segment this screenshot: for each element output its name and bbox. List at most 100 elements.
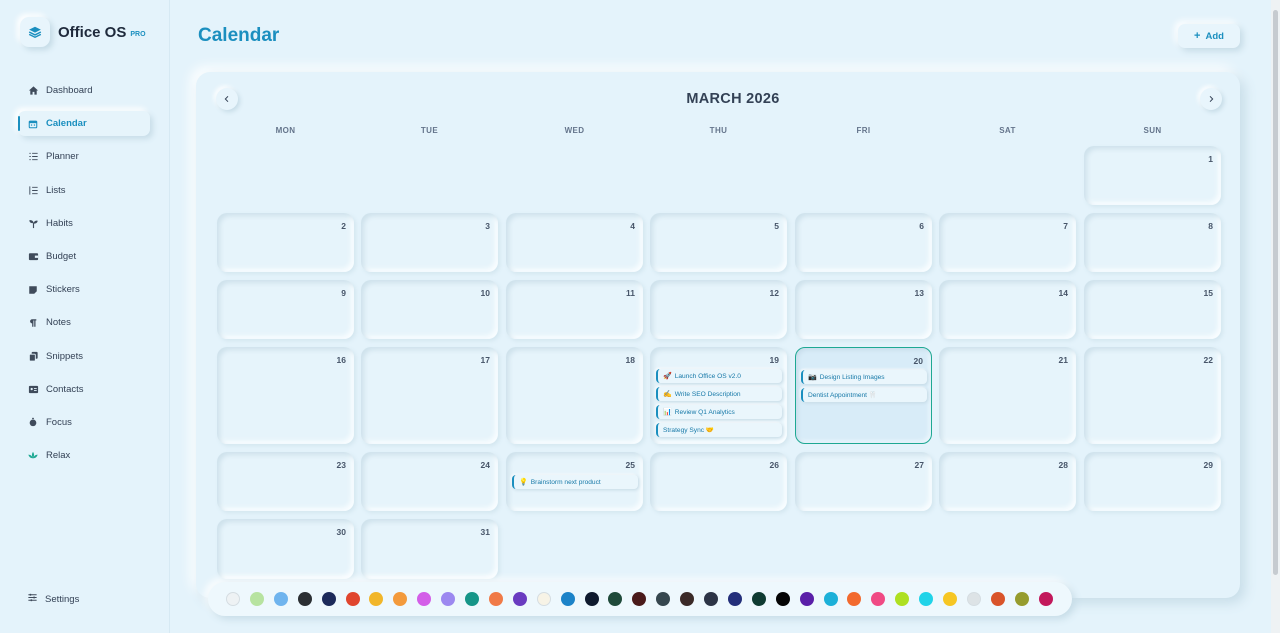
next-month-button[interactable] xyxy=(1200,88,1222,110)
color-swatch[interactable] xyxy=(465,592,479,606)
color-swatch[interactable] xyxy=(512,592,527,606)
day-cell[interactable]: 18 xyxy=(506,347,643,444)
calendar-event[interactable]: 📊 Review Q1 Analytics xyxy=(656,405,782,419)
day-cell[interactable]: 12 xyxy=(650,280,787,339)
scrollbar-thumb[interactable] xyxy=(1273,10,1278,575)
sidebar-item-settings[interactable]: Settings xyxy=(27,592,79,606)
prev-month-button[interactable] xyxy=(216,88,238,110)
day-cell[interactable]: 9 xyxy=(217,280,354,339)
day-cell[interactable]: 15 xyxy=(1084,280,1221,339)
sidebar-item-contacts[interactable]: Contacts xyxy=(18,377,150,402)
color-swatch[interactable] xyxy=(895,592,910,606)
sidebar-item-dashboard[interactable]: Dashboard xyxy=(18,78,150,103)
color-swatch[interactable] xyxy=(990,592,1005,606)
day-cell[interactable]: 22 xyxy=(1084,347,1221,444)
day-cell[interactable]: 27 xyxy=(795,452,932,511)
day-cell[interactable]: 17 xyxy=(361,347,498,444)
camera-icon: 📷 xyxy=(808,374,817,381)
day-cell[interactable]: 6 xyxy=(795,213,932,272)
color-swatch[interactable] xyxy=(273,592,288,606)
color-swatch[interactable] xyxy=(369,592,384,606)
sidebar-item-habits[interactable]: Habits xyxy=(18,211,150,236)
color-swatch[interactable] xyxy=(871,592,886,606)
color-swatch[interactable] xyxy=(560,592,575,606)
color-swatch[interactable] xyxy=(321,592,336,606)
sidebar-item-lists[interactable]: Lists xyxy=(18,178,150,203)
color-swatch[interactable] xyxy=(297,592,312,606)
day-cell[interactable]: 5 xyxy=(650,213,787,272)
sidebar-item-snippets[interactable]: Snippets xyxy=(18,344,150,369)
day-cell[interactable]: 19 🚀 Launch Office OS v2.0 ✍️ Write SEO … xyxy=(650,347,787,444)
color-swatch[interactable] xyxy=(775,592,790,606)
day-number: 12 xyxy=(769,288,779,298)
color-swatch[interactable] xyxy=(584,592,599,606)
color-swatch[interactable] xyxy=(1038,592,1053,606)
day-cell[interactable]: 26 xyxy=(650,452,787,511)
add-button[interactable]: + Add xyxy=(1178,24,1240,48)
sidebar-item-relax[interactable]: Relax xyxy=(18,443,150,468)
day-cell[interactable]: 1 xyxy=(1084,146,1221,205)
color-swatch[interactable] xyxy=(393,592,408,606)
day-cell-today[interactable]: 20 📷 Design Listing Images Dentist Appoi… xyxy=(795,347,932,444)
brand[interactable]: Office OS PRO xyxy=(20,17,146,47)
day-cell[interactable]: 13 xyxy=(795,280,932,339)
calendar-event[interactable]: Dentist Appointment 🦷 xyxy=(801,388,927,402)
color-swatch[interactable] xyxy=(656,592,671,606)
color-swatch[interactable] xyxy=(1014,592,1029,606)
sidebar-item-planner[interactable]: Planner xyxy=(18,144,150,169)
day-number: 7 xyxy=(1063,221,1068,231)
day-number: 17 xyxy=(480,355,490,365)
sidebar-item-budget[interactable]: Budget xyxy=(18,244,150,269)
calendar-event[interactable]: ✍️ Write SEO Description xyxy=(656,387,782,401)
color-swatch[interactable] xyxy=(727,592,742,606)
color-swatch[interactable] xyxy=(751,592,766,606)
bar-chart-icon: 📊 xyxy=(663,409,672,416)
color-swatch[interactable] xyxy=(226,592,240,606)
calendar-event[interactable]: 📷 Design Listing Images xyxy=(801,370,927,384)
color-swatch[interactable] xyxy=(823,592,838,606)
day-cell[interactable]: 16 xyxy=(217,347,354,444)
color-swatch[interactable] xyxy=(680,592,695,606)
day-cell[interactable]: 29 xyxy=(1084,452,1221,511)
day-cell[interactable]: 28 xyxy=(939,452,1076,511)
day-cell[interactable]: 23 xyxy=(217,452,354,511)
day-cell[interactable]: 10 xyxy=(361,280,498,339)
sidebar-item-notes[interactable]: Notes xyxy=(18,310,150,335)
day-cell[interactable]: 11 xyxy=(506,280,643,339)
day-cell[interactable]: 7 xyxy=(939,213,1076,272)
day-cell[interactable]: 24 xyxy=(361,452,498,511)
color-swatch[interactable] xyxy=(249,592,264,606)
list-icon xyxy=(27,184,39,196)
color-swatch[interactable] xyxy=(488,592,503,606)
day-cell[interactable]: 30 xyxy=(217,519,354,579)
color-swatch[interactable] xyxy=(847,592,862,606)
day-cell[interactable]: 4 xyxy=(506,213,643,272)
sidebar-item-calendar[interactable]: Calendar xyxy=(18,111,150,137)
day-cell[interactable]: 2 xyxy=(217,213,354,272)
sidebar-item-stickers[interactable]: Stickers xyxy=(18,277,150,302)
day-cell[interactable]: 25 💡 Brainstorm next product xyxy=(506,452,643,511)
day-cell[interactable]: 3 xyxy=(361,213,498,272)
color-swatch[interactable] xyxy=(966,592,981,606)
color-swatch[interactable] xyxy=(943,592,957,606)
color-swatch[interactable] xyxy=(608,592,623,606)
day-cell[interactable]: 21 xyxy=(939,347,1076,444)
chevron-right-icon xyxy=(1209,95,1214,103)
color-swatch[interactable] xyxy=(536,592,551,606)
sidebar-item-focus[interactable]: Focus xyxy=(18,410,150,435)
color-swatch[interactable] xyxy=(345,592,360,606)
color-swatch[interactable] xyxy=(919,592,934,606)
day-cell[interactable]: 8 xyxy=(1084,213,1221,272)
calendar-event[interactable]: 💡 Brainstorm next product xyxy=(512,475,638,489)
calendar-event[interactable]: 🚀 Launch Office OS v2.0 xyxy=(656,369,782,383)
color-swatch[interactable] xyxy=(704,592,718,606)
color-swatch[interactable] xyxy=(441,592,456,606)
calendar-event[interactable]: Strategy Sync 🤝 xyxy=(656,423,782,437)
sprout-icon xyxy=(27,217,39,229)
day-cell[interactable]: 31 xyxy=(361,519,498,579)
sidebar-item-label: Contacts xyxy=(46,383,84,395)
color-swatch[interactable] xyxy=(799,592,814,606)
color-swatch[interactable] xyxy=(417,592,432,606)
color-swatch[interactable] xyxy=(632,592,647,606)
day-cell[interactable]: 14 xyxy=(939,280,1076,339)
